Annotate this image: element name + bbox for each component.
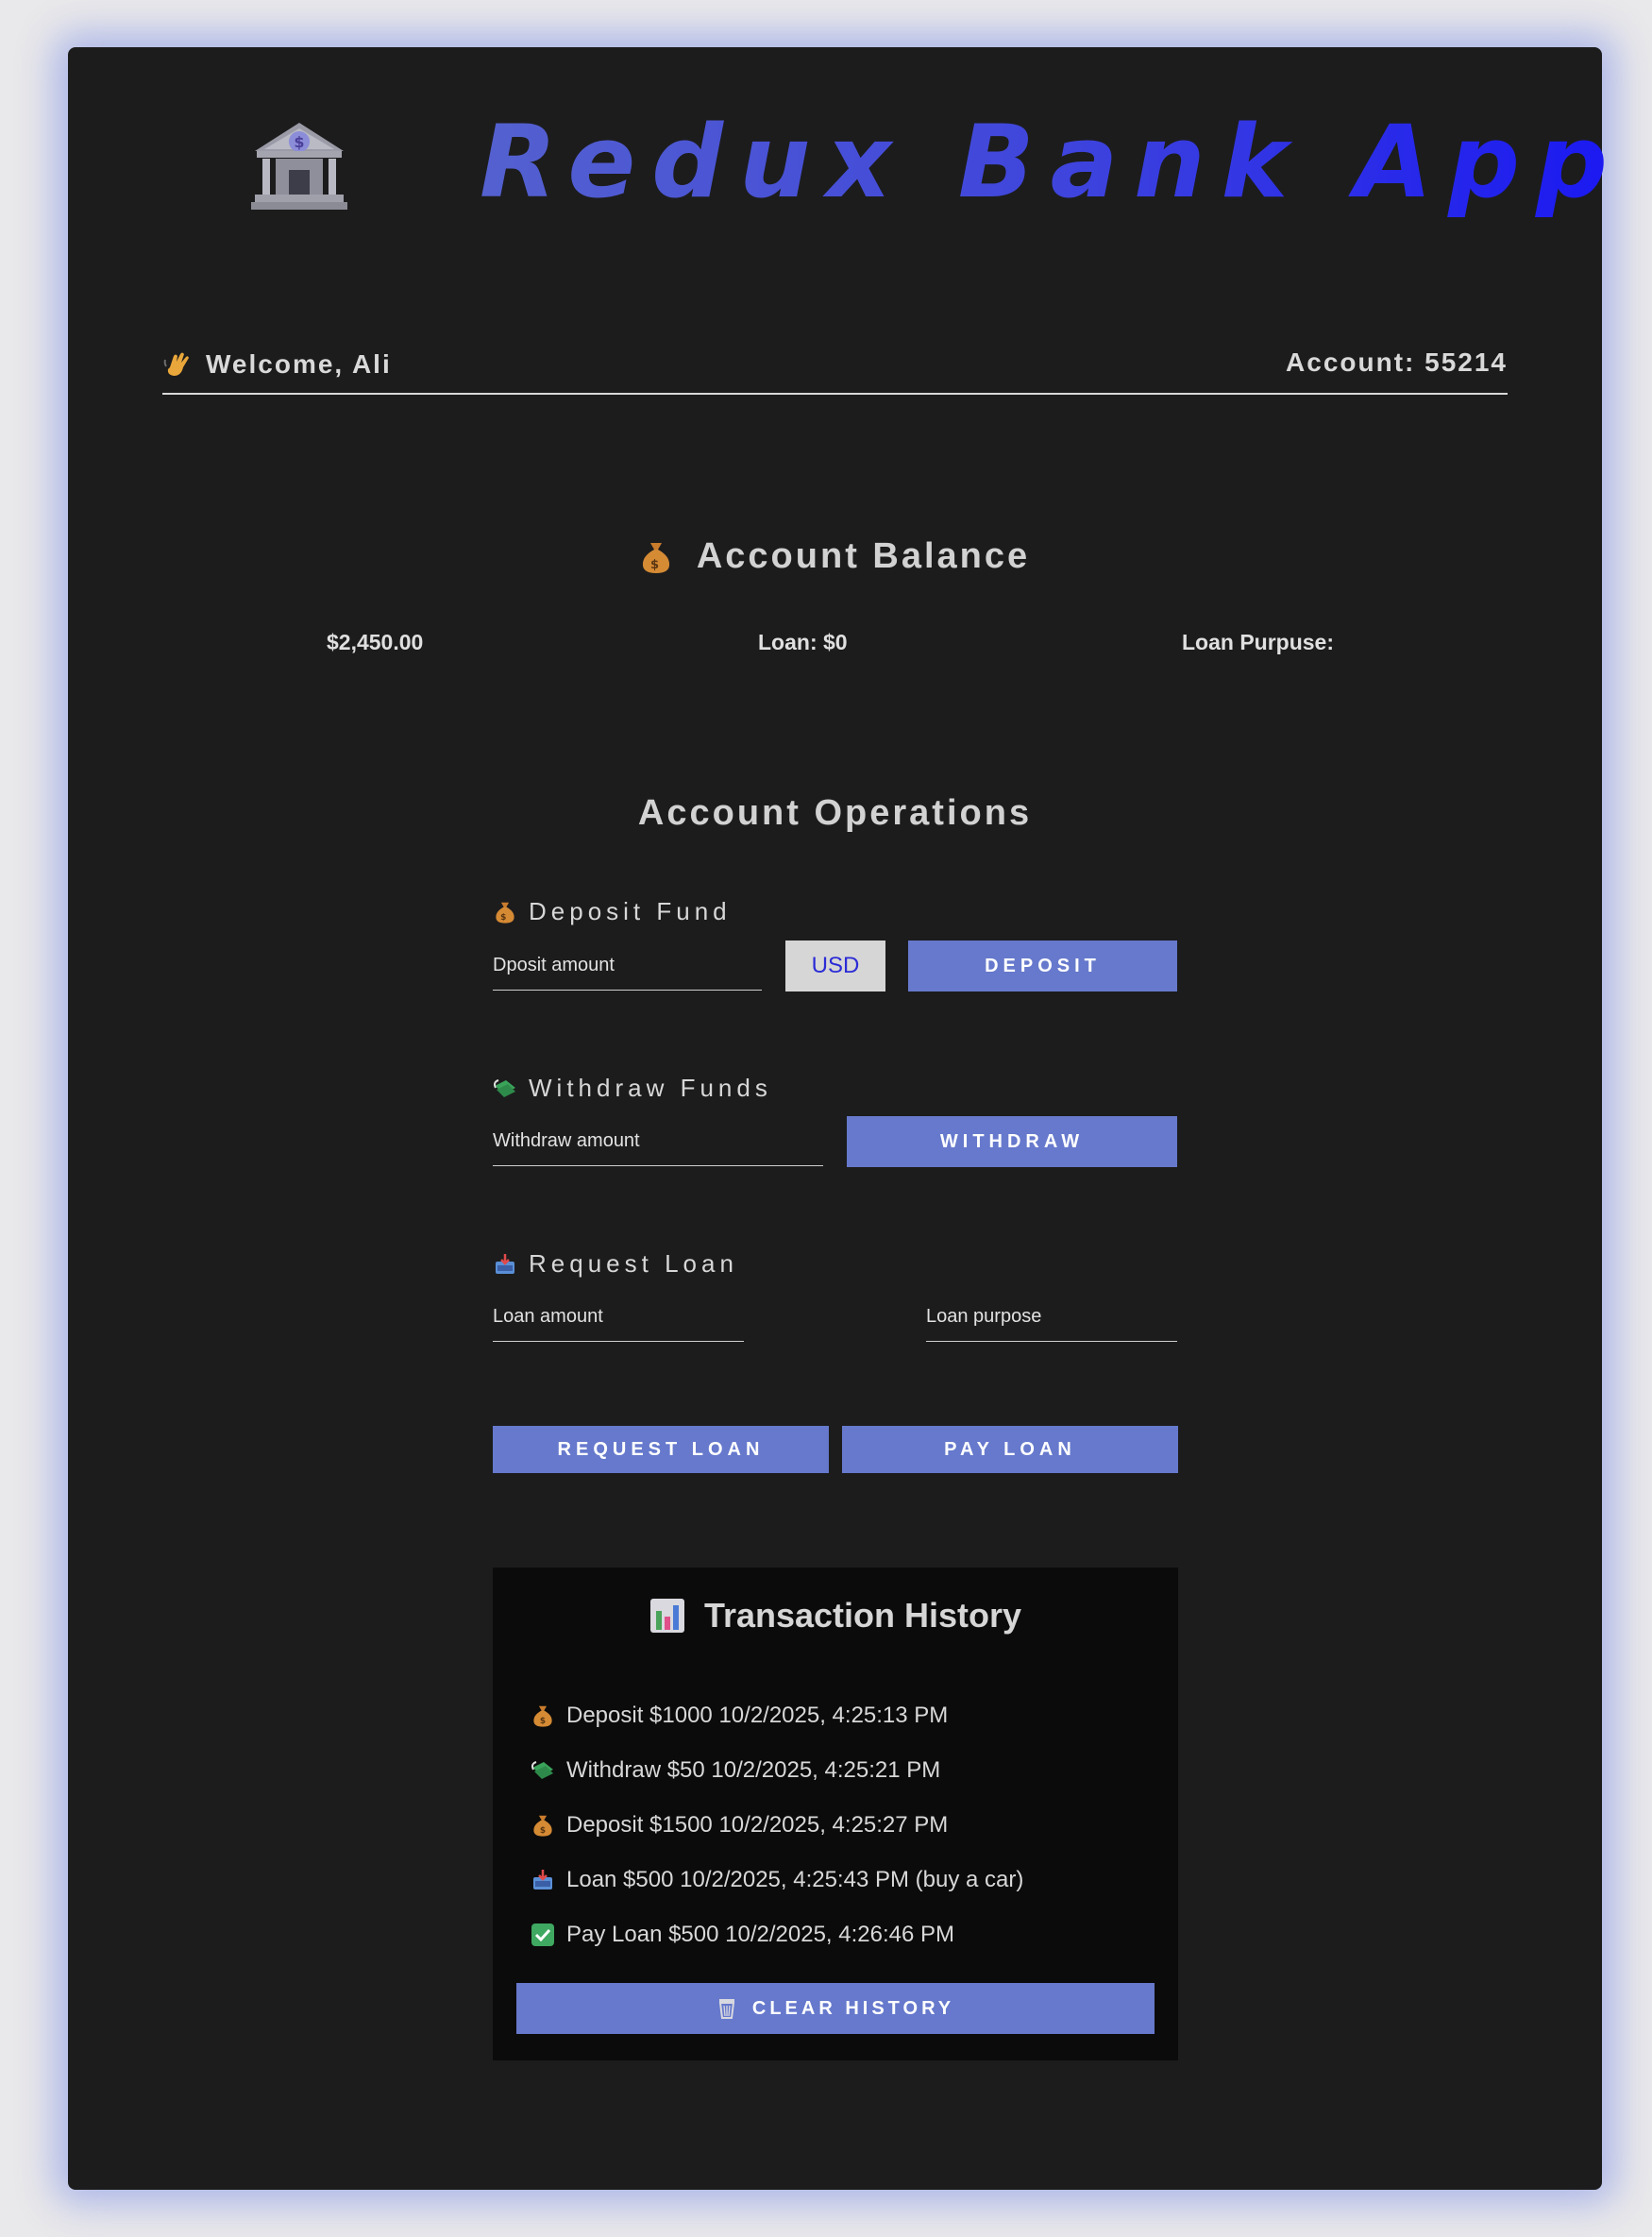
money-wings-icon	[494, 1078, 515, 1097]
request-loan-button[interactable]: Request Loan	[493, 1426, 829, 1473]
svg-text:$: $	[294, 133, 304, 151]
wastebasket-icon	[718, 1999, 735, 2019]
user-bar: Welcome, Ali Account: 55214	[162, 340, 1508, 395]
loan-label: Request Loan	[493, 1249, 738, 1279]
welcome-message: Welcome, Ali	[162, 349, 392, 380]
loan-amount: Loan: $0	[758, 630, 848, 654]
check-mark-icon	[531, 1923, 554, 1946]
list-item: Loan $500 10/2/2025, 4:25:43 PM (buy a c…	[531, 1853, 1023, 1907]
page: $ Redux Bank App Welcome, Ali Account: 5…	[0, 0, 1652, 2237]
transaction-text: Deposit $1500 10/2/2025, 4:25:27 PM	[566, 1812, 949, 1838]
withdraw-label: Withdraw Funds	[493, 1074, 772, 1103]
transaction-list: $ Deposit $1000 10/2/2025, 4:25:13 PM Wi…	[531, 1688, 1023, 1962]
currency-select[interactable]: USD	[785, 941, 885, 991]
transaction-text: Loan $500 10/2/2025, 4:25:43 PM (buy a c…	[566, 1867, 1024, 1892]
transaction-text: Withdraw $50 10/2/2025, 4:25:21 PM	[566, 1757, 941, 1783]
loan-amount-input[interactable]	[493, 1306, 744, 1328]
list-item: Pay Loan $500 10/2/2025, 4:26:46 PM	[531, 1907, 1023, 1962]
clear-history-button[interactable]: Clear History	[516, 1983, 1155, 2034]
transaction-history: Transaction History $ Deposit $1000 10/2…	[493, 1568, 1178, 2060]
transaction-text: Pay Loan $500 10/2/2025, 4:26:46 PM	[566, 1922, 954, 1947]
svg-text:$: $	[500, 913, 510, 923]
list-item: Withdraw $50 10/2/2025, 4:25:21 PM	[531, 1743, 1023, 1798]
deposit-label-text: Deposit Fund	[529, 897, 732, 925]
loan-purpose-input[interactable]	[926, 1306, 1177, 1328]
balance-heading: $ Account Balance	[68, 536, 1602, 577]
money-wings-icon	[531, 1761, 553, 1779]
deposit-button[interactable]: Deposit	[908, 941, 1177, 991]
transaction-text: Deposit $1000 10/2/2025, 4:25:13 PM	[566, 1703, 949, 1728]
bank-icon: $	[251, 123, 347, 210]
pay-loan-button[interactable]: Pay Loan	[842, 1426, 1178, 1473]
moneybag-icon: $	[533, 1815, 552, 1837]
operations-heading: Account Operations	[637, 793, 1033, 833]
list-item: $ Deposit $1000 10/2/2025, 4:25:13 PM	[531, 1688, 1023, 1743]
clear-history-label: Clear History	[751, 1997, 955, 2019]
moneybag-icon: $	[496, 902, 514, 924]
bar-chart-icon	[649, 1599, 684, 1633]
deposit-label: $ Deposit Fund	[493, 897, 732, 926]
balance-title: Account Balance	[696, 536, 1031, 576]
svg-text:$: $	[650, 558, 662, 572]
withdraw-button[interactable]: Withdraw	[847, 1116, 1177, 1167]
withdraw-label-text: Withdraw Funds	[529, 1074, 772, 1102]
list-item: $ Deposit $1500 10/2/2025, 4:25:27 PM	[531, 1798, 1023, 1853]
app-card: $ Redux Bank App Welcome, Ali Account: 5…	[68, 47, 1608, 2190]
loan-purpose-field[interactable]	[926, 1293, 1177, 1342]
deposit-amount-field[interactable]	[493, 941, 762, 991]
waving-hand-icon	[163, 352, 189, 376]
account-number: Account: 55214	[1286, 347, 1508, 377]
inbox-tray-icon	[496, 1253, 514, 1274]
loan-purpose: Loan Purpuse:	[1182, 630, 1335, 654]
balance-amount: $2,450.00	[327, 630, 424, 654]
loan-label-text: Request Loan	[529, 1249, 738, 1278]
loan-amount-field[interactable]	[493, 1293, 744, 1342]
moneybag-icon: $	[642, 542, 669, 573]
moneybag-icon: $	[533, 1705, 552, 1727]
history-title: Transaction History	[703, 1596, 1022, 1635]
deposit-amount-input[interactable]	[493, 955, 762, 976]
welcome-text: Welcome, Ali	[206, 349, 392, 379]
withdraw-amount-input[interactable]	[493, 1130, 823, 1152]
withdraw-amount-field[interactable]	[493, 1117, 823, 1166]
svg-text:$: $	[540, 1717, 546, 1726]
svg-text:$: $	[540, 1826, 546, 1836]
app-title: Redux Bank App	[480, 102, 1624, 222]
inbox-tray-icon	[533, 1870, 552, 1890]
history-heading: Transaction History	[493, 1596, 1178, 1635]
